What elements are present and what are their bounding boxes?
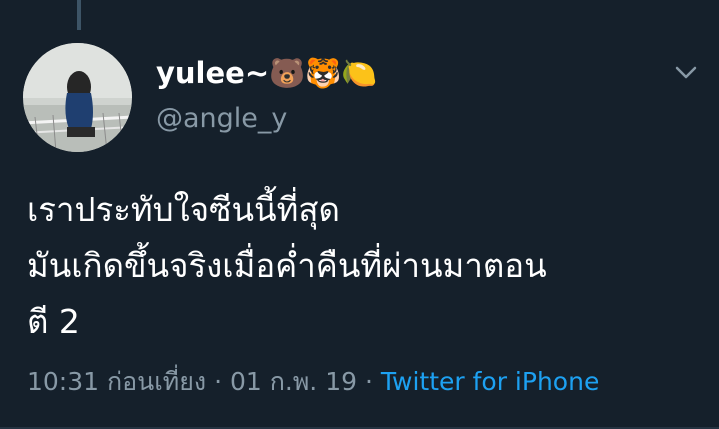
meta-separator: · <box>214 367 223 396</box>
tweet-text: เราประทับใจซีนนี้ที่สุด มันเกิดขึ้นจริงเ… <box>27 182 707 350</box>
user-handle[interactable]: @angle_y <box>156 101 287 137</box>
tweet-metadata: 10:31 ก่อนเที่ยง · 01 ก.พ. 19 · Twitter … <box>27 362 599 402</box>
tweet-text-line: เราประทับใจซีนนี้ที่สุด <box>27 190 340 229</box>
tweet-date: 01 ก.พ. 19 <box>229 367 358 396</box>
avatar[interactable] <box>23 43 132 152</box>
tweet-source-link[interactable]: Twitter for iPhone <box>381 367 599 396</box>
tweet-text-line: มันเกิดขึ้นจริงเมื่อค่ำคืนที่ผ่านมาตอน <box>27 246 547 285</box>
tweet-time: 10:31 ก่อนเที่ยง <box>27 367 207 396</box>
display-name[interactable]: yulee~🐻🐯🍋 <box>156 53 377 93</box>
tweet-text-line: ตี 2 <box>27 302 80 341</box>
thread-connector-line <box>77 0 81 30</box>
chevron-down-icon[interactable] <box>673 62 699 82</box>
meta-separator: · <box>364 367 373 396</box>
